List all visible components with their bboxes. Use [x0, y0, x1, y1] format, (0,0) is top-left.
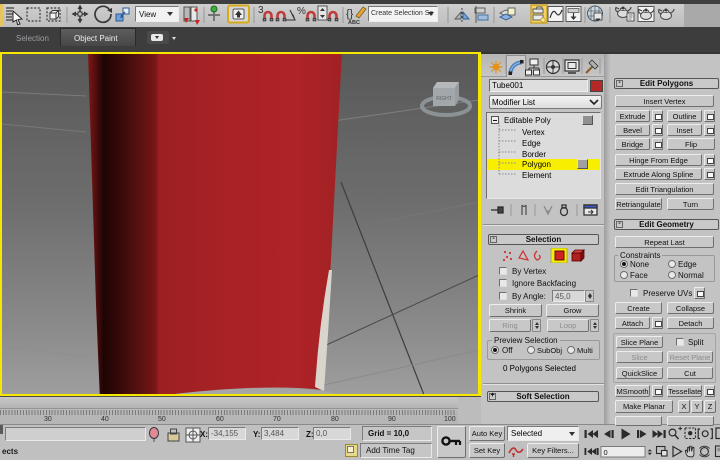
svg-text:ABC: ABC — [348, 20, 360, 26]
svg-text:0: 0 — [604, 448, 608, 457]
svg-text:%: % — [297, 6, 306, 17]
svg-text:{}: {} — [346, 8, 354, 20]
svg-text:3: 3 — [258, 5, 264, 16]
svg-text:RIGHT: RIGHT — [436, 96, 452, 102]
